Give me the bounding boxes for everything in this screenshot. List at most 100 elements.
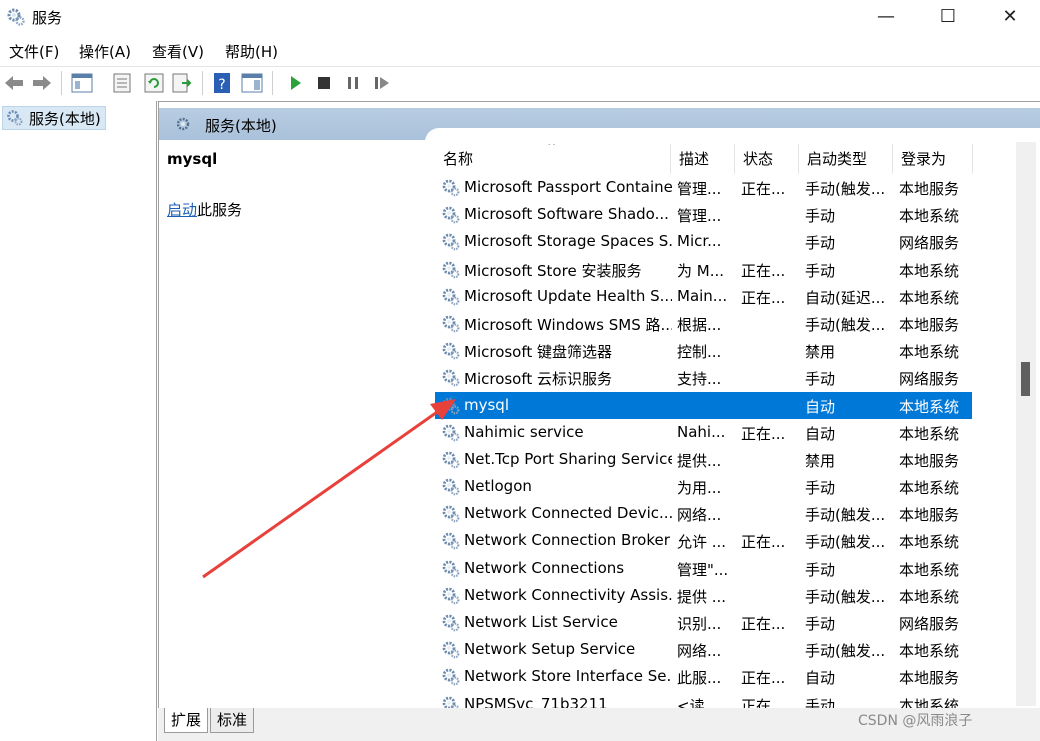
service-startup-type: 手动 [805, 207, 836, 226]
maximize-button[interactable]: ☐ [918, 0, 978, 34]
table-row[interactable]: Nahimic service Nahi... 正在... 自动 本地系统 [435, 419, 972, 446]
menu-help[interactable]: 帮助(H) [225, 41, 278, 62]
gear-icon [442, 614, 460, 632]
action-pane-icon[interactable] [240, 72, 264, 94]
service-name: Microsoft 云标识服务 [464, 370, 613, 389]
column-header-log-on-as[interactable]: 登录为 [893, 144, 973, 174]
table-row[interactable]: Net.Tcp Port Sharing Service 提供... 禁用 本地服务 [435, 446, 972, 473]
table-row[interactable]: Network Setup Service 网络... 手动(触发... 本地系统 [435, 636, 972, 663]
gear-icon [442, 424, 460, 442]
service-description: 提供... [677, 451, 722, 470]
start-service-link[interactable]: 启动 [167, 201, 197, 219]
close-button[interactable]: ✕ [980, 0, 1040, 34]
tree-item-services-local[interactable]: 服务(本地) [2, 106, 106, 130]
service-rows: Microsoft Passport Container 管理... 正在... 手动… [435, 174, 980, 708]
column-header-startup-type[interactable]: 启动类型 [799, 144, 893, 174]
toolbar-separator [61, 71, 62, 95]
gear-icon [442, 369, 460, 387]
table-row[interactable]: NPSMSvc_71b3211 <读... 正在... 手动 本地系统 [435, 691, 972, 708]
panel-header-title: 服务(本地) [205, 117, 277, 135]
service-startup-type: 禁用 [805, 451, 836, 470]
service-startup-type: 手动 [805, 234, 836, 253]
service-action: 启动此服务 [167, 199, 242, 220]
table-row[interactable]: Network List Service 识别... 正在... 手动 网络服务 [435, 609, 972, 636]
services-gear-icon [7, 8, 25, 26]
table-row[interactable]: Microsoft 键盘筛选器 控制... 禁用 本地系统 [435, 337, 972, 364]
service-log-on-as: 本地系统 [899, 397, 960, 416]
table-row[interactable]: Network Connections 管理"... 手动 本地系统 [435, 555, 972, 582]
service-description: Main... [677, 286, 728, 305]
service-log-on-as: 本地服务 [899, 451, 960, 470]
refresh-icon[interactable] [142, 72, 166, 94]
table-row[interactable]: Network Connected Devic... 网络... 手动(触发... 本… [435, 500, 972, 527]
table-row[interactable]: Microsoft Store 安装服务 为 M... 正在... 手动 本地系统 [435, 256, 972, 283]
watermark: CSDN @风雨浪子 [858, 713, 973, 729]
pause-service-icon[interactable] [341, 72, 365, 94]
service-log-on-as: 本地系统 [899, 261, 960, 280]
gear-icon [442, 342, 460, 360]
table-row[interactable]: Network Connection Broker 允许 ... 正在... 手动(触… [435, 527, 972, 554]
table-row[interactable]: Microsoft Software Shado... 管理... 手动 本地系统 [435, 201, 972, 228]
services-list: ^ 名称 描述 状态 启动类型 登录为 Microsoft Passport C… [435, 144, 980, 708]
service-status: 正在... [741, 261, 786, 280]
menu-action[interactable]: 操作(A) [79, 41, 131, 62]
service-name: Microsoft Software Shado... [464, 205, 669, 224]
menu-file[interactable]: 文件(F) [9, 41, 59, 62]
column-header-status[interactable]: 状态 [735, 144, 799, 174]
selected-service-name: mysql [167, 150, 218, 168]
gear-icon [442, 397, 460, 414]
service-name: Microsoft Passport Container [464, 178, 672, 196]
scrollbar-thumb[interactable] [1021, 362, 1030, 396]
console-tree-icon[interactable] [70, 72, 94, 94]
service-startup-type: 手动(触发... [805, 180, 886, 198]
start-service-icon[interactable] [284, 72, 308, 94]
column-header-description[interactable]: 描述 [671, 144, 735, 174]
service-log-on-as: 本地系统 [899, 207, 960, 226]
service-name: mysql [464, 395, 509, 414]
table-row[interactable]: Microsoft Storage Spaces S... Micr... 手动 网络… [435, 228, 972, 255]
service-log-on-as: 本地系统 [899, 587, 960, 606]
table-row[interactable]: mysql 自动 本地系统 [435, 391, 972, 419]
back-icon[interactable] [2, 72, 26, 94]
services-panel: 服务(本地) mysql 启动此服务 ^ 名称 描述 状态 启动类型 登录为 M… [158, 101, 1040, 709]
service-name: NPSMSvc_71b3211 [464, 694, 608, 708]
service-description: 网络... [677, 642, 722, 661]
service-log-on-as: 本地服务 [899, 315, 960, 334]
service-log-on-as: 本地服务 [899, 506, 960, 525]
service-name: Microsoft Storage Spaces S... [464, 232, 672, 251]
table-row[interactable]: Microsoft 云标识服务 支持... 手动 网络服务 [435, 364, 972, 391]
table-row[interactable]: Network Connectivity Assis... 提供 ... 手动(触发… [435, 582, 972, 609]
table-row[interactable]: Microsoft Passport Container 管理... 正在... 手动… [435, 174, 972, 201]
console-tree: 服务(本地) [0, 101, 157, 741]
column-header-name[interactable]: 名称 [435, 144, 671, 174]
table-row[interactable]: Microsoft Windows SMS 路... 根据... 手动(触发... 本… [435, 310, 972, 337]
tab-standard[interactable]: 标准 [210, 708, 255, 733]
service-name: Microsoft Store 安装服务 [464, 261, 642, 280]
menu-view[interactable]: 查看(V) [152, 41, 204, 62]
stop-service-icon[interactable] [312, 72, 336, 94]
service-description: 识别... [677, 615, 722, 633]
service-name: Microsoft Update Health S... [464, 286, 672, 305]
export-list-icon[interactable] [170, 72, 194, 94]
service-description: 允许 ... [677, 533, 727, 552]
forward-icon[interactable] [30, 72, 54, 94]
service-log-on-as: 本地系统 [899, 424, 960, 443]
service-name: Microsoft 键盘筛选器 [464, 343, 613, 362]
vertical-scrollbar[interactable] [1016, 142, 1036, 706]
table-row[interactable]: Netlogon 为用... 手动 本地系统 [435, 473, 972, 500]
properties-icon[interactable] [110, 72, 134, 94]
service-status: 正在... [741, 424, 786, 443]
list-header: ^ 名称 描述 状态 启动类型 登录为 [435, 144, 980, 174]
service-description: 控制... [677, 343, 722, 362]
toolbar: ? [0, 66, 1040, 102]
service-description: 网络... [677, 506, 722, 525]
help-icon[interactable]: ? [210, 72, 234, 94]
minimize-button[interactable]: — [856, 0, 916, 34]
tab-extended[interactable]: 扩展 [164, 708, 209, 733]
service-startup-type: 手动 [805, 560, 836, 579]
restart-service-icon[interactable] [370, 72, 394, 94]
table-row[interactable]: Network Store Interface Se... 此服... 正在... 自… [435, 663, 972, 690]
service-startup-type: 手动 [805, 696, 836, 708]
service-log-on-as: 本地服务 [899, 669, 960, 688]
table-row[interactable]: Microsoft Update Health S... Main... 正在...… [435, 283, 972, 310]
